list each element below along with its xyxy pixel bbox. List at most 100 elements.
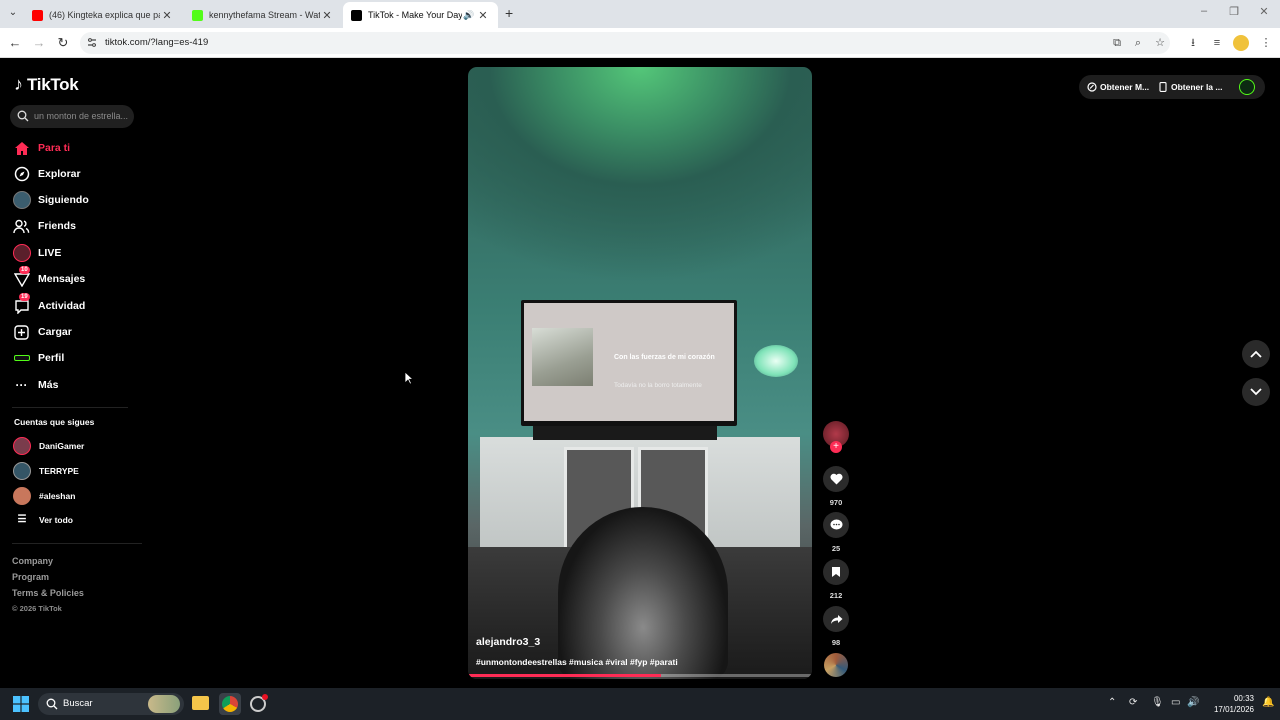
- search-icon: [46, 698, 58, 710]
- close-tab-icon[interactable]: ✕: [160, 9, 174, 22]
- home-icon: [12, 139, 31, 158]
- see-all-following[interactable]: ☰ Ver todo: [13, 514, 74, 525]
- following-name: TERRYPE: [39, 466, 79, 476]
- footer-link-program[interactable]: Program: [12, 572, 49, 582]
- footer-link-terms[interactable]: Terms & Policies: [12, 588, 84, 598]
- taskbar-clock[interactable]: 00:33 17/01/2026: [1206, 693, 1254, 715]
- activity-icon: 19: [12, 292, 31, 316]
- search-input[interactable]: un monton de estrella...: [10, 105, 134, 128]
- share-count: 98: [831, 638, 841, 647]
- tiktok-logo[interactable]: ♪ TikTok: [14, 74, 79, 95]
- tab-search-button[interactable]: ⌄: [6, 7, 20, 21]
- video-player[interactable]: Con las fuerzas de mi corazón Todavía no…: [468, 67, 812, 679]
- nav-label: Cargar: [38, 326, 72, 338]
- following-item-terrype[interactable]: TERRYPE: [13, 462, 79, 480]
- file-explorer-icon[interactable]: [192, 696, 209, 710]
- get-app-button[interactable]: Obtener la ...: [1159, 75, 1223, 99]
- list-icon: ☰: [17, 514, 27, 525]
- profile-avatar[interactable]: [1233, 35, 1249, 51]
- sound-disc-button[interactable]: [822, 653, 850, 677]
- nav-para-ti[interactable]: Para ti: [12, 138, 70, 158]
- tiktok-favicon-icon: [351, 9, 362, 21]
- media-control-icon[interactable]: ≡: [1209, 35, 1225, 51]
- clock-date: 17/01/2026: [1213, 705, 1254, 714]
- author-avatar-button[interactable]: +: [822, 421, 850, 453]
- previous-video-button[interactable]: [1242, 340, 1270, 368]
- following-item-danigamer[interactable]: DaniGamer: [13, 437, 84, 455]
- user-avatar[interactable]: [1239, 79, 1255, 95]
- windows-start-icon[interactable]: [13, 696, 29, 712]
- minimize-button[interactable]: –: [1194, 5, 1214, 17]
- following-item-aleshan[interactable]: #aleshan: [13, 487, 75, 505]
- tray-mic-icon[interactable]: 🎙: [1151, 697, 1164, 708]
- browser-tab-bar: ⌄ (46) Kingteka explica que pasó ✕ kenny…: [0, 0, 1280, 28]
- person-silhouette: [558, 507, 728, 679]
- taskbar-search[interactable]: Buscar: [38, 693, 184, 715]
- nav-actividad[interactable]: 19 Actividad: [12, 292, 86, 316]
- browser-menu-icon[interactable]: ⋮: [1258, 35, 1274, 51]
- tab-title: (46) Kingteka explica que pasó: [49, 10, 160, 20]
- nav-label: Actividad: [38, 300, 86, 312]
- heart-icon: [823, 466, 849, 492]
- close-tab-icon[interactable]: ✕: [320, 9, 334, 22]
- nav-siguiendo[interactable]: Siguiendo: [12, 190, 89, 210]
- tray-sync-icon[interactable]: ⟳: [1129, 697, 1137, 708]
- tray-chevron-up-icon[interactable]: ⌃: [1108, 697, 1116, 708]
- tab-kick[interactable]: kennythefama Stream - Watch ✕: [184, 2, 342, 28]
- address-bar[interactable]: tiktok.com/?lang=es-419: [80, 32, 1170, 54]
- notifications-icon[interactable]: 🔔: [1262, 697, 1274, 708]
- bookmark-icon: [823, 559, 849, 585]
- avatar: [13, 437, 31, 455]
- close-window-button[interactable]: ✕: [1254, 5, 1274, 18]
- speaker-icon[interactable]: 🔊: [462, 10, 476, 21]
- share-button[interactable]: 98: [822, 606, 850, 647]
- next-video-button[interactable]: [1242, 378, 1270, 406]
- get-coins-button[interactable]: Obtener M...: [1087, 75, 1149, 99]
- tv-screen: Con las fuerzas de mi corazón Todavía no…: [524, 303, 734, 421]
- like-button[interactable]: 970: [822, 466, 850, 507]
- get-app-group: Obtener M... Obtener la ...: [1079, 75, 1265, 99]
- zoom-icon[interactable]: ⌕: [1130, 35, 1146, 51]
- tab-youtube[interactable]: (46) Kingteka explica que pasó ✕: [24, 2, 182, 28]
- forward-button[interactable]: →: [30, 34, 48, 52]
- like-count: 970: [829, 498, 843, 507]
- chevron-down-icon: [1250, 388, 1262, 396]
- nav-friends[interactable]: Friends: [12, 216, 76, 236]
- more-icon: ···: [15, 378, 28, 392]
- nav-live[interactable]: LIVE: [12, 243, 61, 263]
- reload-button[interactable]: ↻: [54, 34, 72, 52]
- video-progress-bar[interactable]: [468, 674, 812, 677]
- nav-mas[interactable]: ··· Más: [12, 375, 59, 395]
- maximize-button[interactable]: ❐: [1224, 5, 1244, 18]
- close-tab-icon[interactable]: ✕: [476, 9, 490, 22]
- video-hashtags[interactable]: #unmontondeestrellas #musica #viral #fyp…: [476, 657, 678, 667]
- sidebar-divider: [12, 543, 142, 544]
- site-settings-icon[interactable]: [87, 37, 97, 48]
- nav-perfil[interactable]: Perfil: [12, 348, 64, 368]
- tab-tiktok[interactable]: TikTok - Make Your Day 🔊 ✕: [343, 2, 498, 28]
- follow-plus-icon[interactable]: +: [830, 441, 842, 453]
- save-button[interactable]: 212: [822, 559, 850, 600]
- nav-explorar[interactable]: Explorar: [12, 164, 81, 184]
- tray-volume-icon[interactable]: 🔊: [1187, 697, 1199, 708]
- url-text: tiktok.com/?lang=es-419: [105, 37, 209, 48]
- new-tab-button[interactable]: +: [505, 5, 513, 21]
- search-highlight-image: [148, 695, 180, 713]
- install-app-icon[interactable]: ⧉: [1109, 35, 1125, 51]
- bookmark-star-icon[interactable]: ☆: [1152, 35, 1168, 51]
- download-icon[interactable]: ⭳: [1185, 35, 1201, 51]
- tray-network-icon[interactable]: ▭: [1171, 697, 1180, 708]
- video-author[interactable]: alejandro3_3: [476, 636, 540, 648]
- following-name: #aleshan: [39, 491, 76, 501]
- search-icon: [17, 110, 29, 122]
- app-icon-notification[interactable]: [250, 694, 268, 712]
- lamp-light: [754, 345, 798, 377]
- nav-mensajes[interactable]: 10 Mensajes: [12, 265, 85, 289]
- back-button[interactable]: ←: [6, 34, 24, 52]
- nav-cargar[interactable]: Cargar: [12, 322, 72, 342]
- nav-label: Más: [38, 379, 59, 391]
- chrome-icon[interactable]: [219, 693, 241, 715]
- tab-title: kennythefama Stream - Watch: [209, 10, 320, 20]
- footer-link-company[interactable]: Company: [12, 556, 53, 566]
- comment-button[interactable]: 25: [822, 512, 850, 553]
